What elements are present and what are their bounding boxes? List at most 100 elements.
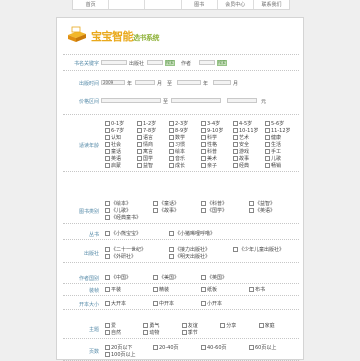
filter-checkbox[interactable]: 性格 xyxy=(201,141,231,147)
checkbox-icon[interactable] xyxy=(265,162,270,168)
checkbox-icon[interactable] xyxy=(201,134,206,140)
filter-checkbox[interactable]: 9-10岁 xyxy=(201,127,231,133)
filter-checkbox[interactable]: 《外研社》 xyxy=(105,253,167,259)
checkbox-icon[interactable] xyxy=(169,253,174,259)
checkbox-icon[interactable] xyxy=(249,344,254,350)
checkbox-icon[interactable] xyxy=(137,155,142,161)
filter-checkbox[interactable]: 认知 xyxy=(105,134,135,140)
filter-checkbox[interactable]: 游戏 xyxy=(233,148,263,154)
filter-checkbox[interactable]: 3-4岁 xyxy=(201,120,231,126)
filter-checkbox[interactable]: 畅销 xyxy=(265,162,295,168)
filter-checkbox[interactable]: 20页以下 xyxy=(105,344,151,350)
checkbox-icon[interactable] xyxy=(201,200,206,206)
price-from-input[interactable] xyxy=(101,98,161,103)
filter-checkbox[interactable]: 成长 xyxy=(169,162,199,168)
filter-checkbox[interactable]: 0-1岁 xyxy=(105,120,135,126)
checkbox-icon[interactable] xyxy=(233,155,238,161)
filter-checkbox[interactable]: 《接力出版社》 xyxy=(169,246,231,252)
filter-checkbox[interactable]: 情商 xyxy=(137,141,167,147)
filter-checkbox[interactable]: 经典 xyxy=(233,162,263,168)
filter-checkbox[interactable]: 启蒙 xyxy=(105,162,135,168)
filter-checkbox[interactable]: 小开本 xyxy=(201,300,247,306)
filter-checkbox[interactable]: 故事 xyxy=(233,155,263,161)
checkbox-icon[interactable] xyxy=(143,322,149,328)
filter-checkbox[interactable]: 5-6岁 xyxy=(265,120,295,126)
filter-checkbox[interactable]: 2-3岁 xyxy=(169,120,199,126)
checkbox-icon[interactable] xyxy=(233,246,238,252)
checkbox-icon[interactable] xyxy=(201,155,206,161)
nav-item-home[interactable]: 首页 xyxy=(73,0,110,9)
filter-checkbox[interactable]: 英语 xyxy=(105,155,135,161)
checkbox-icon[interactable] xyxy=(105,120,110,126)
checkbox-icon[interactable] xyxy=(233,120,238,126)
filter-checkbox[interactable]: 《科普》 xyxy=(201,200,247,206)
filter-checkbox[interactable]: 亲子 xyxy=(201,162,231,168)
filter-checkbox[interactable]: 勇气 xyxy=(143,322,179,328)
checkbox-icon[interactable] xyxy=(249,286,254,292)
filter-checkbox[interactable]: 8-9岁 xyxy=(169,127,199,133)
checkbox-icon[interactable] xyxy=(201,148,206,154)
checkbox-icon[interactable] xyxy=(153,274,158,280)
checkbox-icon[interactable] xyxy=(105,141,110,147)
checkbox-icon[interactable] xyxy=(105,329,110,335)
filter-checkbox[interactable]: 《中国》 xyxy=(105,274,151,280)
checkbox-icon[interactable] xyxy=(169,120,174,126)
filter-checkbox[interactable]: 《绘本》 xyxy=(105,200,151,206)
checkbox-icon[interactable] xyxy=(233,141,238,147)
filter-checkbox[interactable]: 精装 xyxy=(153,286,199,292)
checkbox-icon[interactable] xyxy=(105,230,110,236)
nav-item-books[interactable]: 图书 xyxy=(182,0,218,9)
checkbox-icon[interactable] xyxy=(265,120,270,126)
year-from-input[interactable]: 2009 xyxy=(101,80,125,85)
filter-checkbox[interactable]: 自然 xyxy=(105,329,141,335)
checkbox-icon[interactable] xyxy=(105,274,110,280)
filter-checkbox[interactable]: 《美国》 xyxy=(153,274,199,280)
checkbox-icon[interactable] xyxy=(105,253,110,259)
filter-checkbox[interactable]: 寓言 xyxy=(137,148,167,154)
filter-checkbox[interactable]: 6-7岁 xyxy=(105,127,135,133)
filter-checkbox[interactable]: 安全 xyxy=(233,141,263,147)
checkbox-icon[interactable] xyxy=(105,207,110,213)
filter-checkbox[interactable]: 艺术 xyxy=(233,134,263,140)
price-to-input[interactable] xyxy=(227,98,257,103)
checkbox-icon[interactable] xyxy=(105,200,110,206)
nav-item-contact[interactable]: 联系我们 xyxy=(254,0,289,9)
checkbox-icon[interactable] xyxy=(137,162,142,168)
checkbox-icon[interactable] xyxy=(201,162,206,168)
checkbox-icon[interactable] xyxy=(201,300,206,306)
nav-item-3[interactable] xyxy=(145,0,182,9)
filter-checkbox[interactable]: 音乐 xyxy=(169,155,199,161)
filter-checkbox[interactable]: 《小猪唏哩呼噜》 xyxy=(169,230,231,236)
checkbox-icon[interactable] xyxy=(233,148,238,154)
filter-checkbox[interactable]: 分享 xyxy=(220,322,256,328)
nav-item-member[interactable]: 会员中心 xyxy=(218,0,254,9)
author-input[interactable] xyxy=(199,60,215,65)
checkbox-icon[interactable] xyxy=(105,246,110,252)
filter-checkbox[interactable]: 中开本 xyxy=(153,300,199,306)
filter-checkbox[interactable]: 手工 xyxy=(265,148,295,154)
checkbox-icon[interactable] xyxy=(137,120,142,126)
filter-checkbox[interactable]: 语言 xyxy=(137,134,167,140)
checkbox-icon[interactable] xyxy=(105,127,110,133)
filter-checkbox[interactable]: 布书 xyxy=(249,286,295,292)
checkbox-icon[interactable] xyxy=(201,207,206,213)
checkbox-icon[interactable] xyxy=(153,344,158,350)
filter-checkbox[interactable]: 数学 xyxy=(169,134,199,140)
filter-checkbox[interactable]: 美术 xyxy=(201,155,231,161)
search-button-2[interactable]: 搜索 xyxy=(217,59,227,66)
checkbox-icon[interactable] xyxy=(153,200,158,206)
filter-checkbox[interactable]: 社会 xyxy=(105,141,135,147)
checkbox-icon[interactable] xyxy=(169,141,174,147)
checkbox-icon[interactable] xyxy=(143,329,149,335)
checkbox-icon[interactable] xyxy=(201,344,206,350)
checkbox-icon[interactable] xyxy=(265,155,270,161)
filter-checkbox[interactable]: 《儿歌》 xyxy=(105,207,151,213)
filter-checkbox[interactable]: 爱 xyxy=(105,322,141,328)
checkbox-icon[interactable] xyxy=(169,246,174,252)
filter-checkbox[interactable]: 《小熊宝宝》 xyxy=(105,230,167,236)
filter-checkbox[interactable]: 友谊 xyxy=(181,322,218,328)
checkbox-icon[interactable] xyxy=(153,286,158,292)
checkbox-icon[interactable] xyxy=(265,148,270,154)
checkbox-icon[interactable] xyxy=(233,127,238,133)
filter-checkbox[interactable]: 100页以上 xyxy=(105,351,151,357)
